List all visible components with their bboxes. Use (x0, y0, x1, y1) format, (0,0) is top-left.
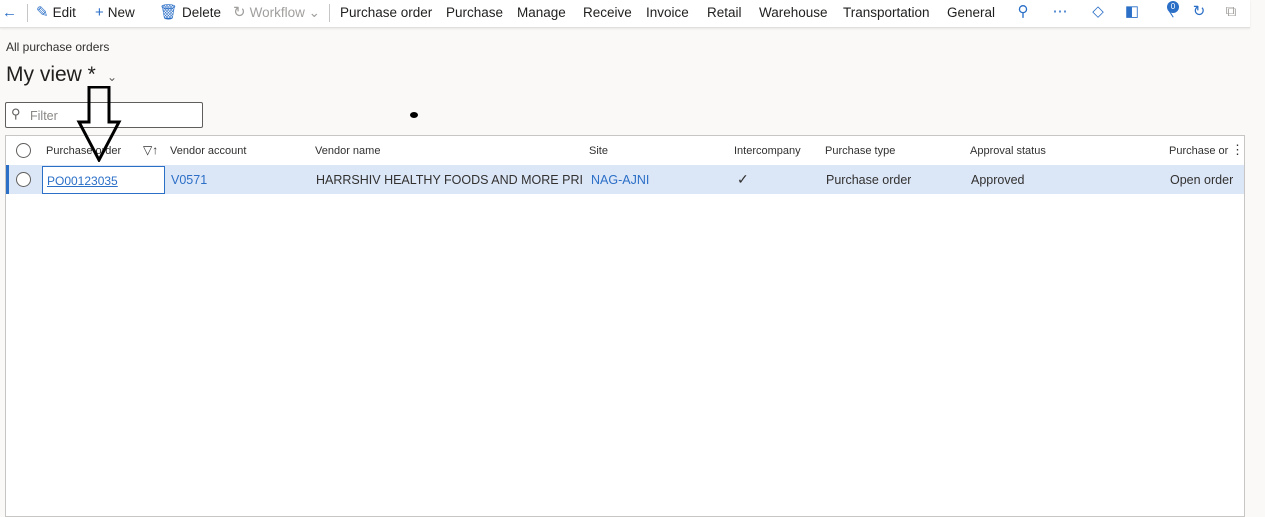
annotation-dot (410, 112, 418, 118)
menu-receive[interactable]: Receive (583, 0, 632, 25)
menu-general[interactable]: General (947, 0, 995, 25)
checkmark-icon: ✓ (737, 171, 749, 187)
notification-badge: 0 (1167, 1, 1179, 13)
column-header-intercompany[interactable]: Intercompany (734, 145, 801, 157)
purchase-order-status-cell: Open order (1170, 173, 1234, 187)
menu-transportation[interactable]: Transportation (843, 0, 930, 25)
workflow-icon: ↻ (233, 4, 246, 21)
column-header-vendor-name[interactable]: Vendor name (315, 145, 380, 157)
divider (329, 4, 330, 22)
column-header-site[interactable]: Site (589, 145, 608, 157)
attachments-icon[interactable]: 〈 0 (1158, 1, 1179, 21)
open-new-window-icon[interactable]: ⧉ (1222, 3, 1240, 21)
edit-button[interactable]: ✎ Edit (36, 0, 76, 25)
column-header-vendor-account[interactable]: Vendor account (170, 145, 246, 157)
back-button[interactable]: ← (2, 0, 21, 25)
refresh-icon[interactable]: ↻ (1190, 3, 1208, 21)
breadcrumb: All purchase orders (6, 40, 110, 54)
power-apps-icon[interactable]: ◇ (1089, 3, 1107, 21)
row-select-radio[interactable] (16, 172, 31, 187)
chevron-down-icon: ⌄ (308, 5, 320, 20)
plus-icon: + (95, 4, 104, 21)
grid-header: Purchase order ▽↑ Vendor account Vendor … (6, 136, 1244, 166)
edit-label: Edit (52, 5, 76, 20)
column-header-purchase-type[interactable]: Purchase type (825, 145, 895, 157)
column-options-icon[interactable]: ⋮ (1231, 142, 1244, 158)
column-header-approval-status[interactable]: Approval status (970, 145, 1046, 157)
filter-sort-icon[interactable]: ▽↑ (143, 143, 158, 157)
arrow-left-icon: ← (2, 4, 17, 21)
vendor-name-cell: HARRSHIV HEALTHY FOODS AND MORE PRIV... (316, 173, 582, 187)
vendor-account-link[interactable]: V0571 (171, 173, 207, 187)
search-icon[interactable]: ⚲ (1014, 3, 1032, 21)
purchase-order-link[interactable]: PO00123035 (47, 174, 118, 188)
divider (27, 4, 28, 22)
chevron-down-icon[interactable]: ⌄ (107, 70, 117, 84)
menu-purchase-order[interactable]: Purchase order (340, 0, 432, 25)
office-icon[interactable]: ◧ (1123, 3, 1141, 21)
more-options-icon[interactable]: ⋯ (1051, 3, 1069, 21)
pencil-icon: ✎ (36, 4, 49, 21)
select-all-radio[interactable] (16, 143, 31, 158)
delete-button[interactable]: 🗑 Delete (159, 0, 221, 25)
selected-row-indicator (6, 165, 9, 194)
menu-purchase[interactable]: Purchase (446, 0, 503, 25)
purchase-order-cell[interactable]: PO00123035 (42, 166, 165, 194)
menu-warehouse[interactable]: Warehouse (759, 0, 828, 25)
menu-retail[interactable]: Retail (707, 0, 742, 25)
delete-label: Delete (182, 5, 222, 20)
purchase-type-cell: Purchase order (826, 173, 912, 187)
site-link[interactable]: NAG-AJNI (591, 173, 649, 187)
menu-invoice[interactable]: Invoice (646, 0, 689, 25)
workflow-label: Workflow (249, 5, 305, 20)
search-icon: ⚲ (11, 106, 21, 121)
approval-status-cell: Approved (971, 173, 1025, 187)
annotation-arrow-down-icon (76, 86, 122, 162)
column-header-purchase-order-status[interactable]: Purchase or (1169, 145, 1228, 157)
view-selector[interactable]: My view * (6, 63, 96, 87)
trash-icon: 🗑 (159, 4, 179, 21)
new-button[interactable]: + New (95, 0, 135, 25)
menu-manage[interactable]: Manage (517, 0, 566, 25)
action-bar: ← ✎ Edit + New 🗑 Delete ↻ Workflow ⌄ Purchas… (0, 0, 1250, 28)
new-label: New (107, 5, 135, 20)
purchase-orders-grid: Purchase order ▽↑ Vendor account Vendor … (5, 135, 1245, 517)
workflow-button[interactable]: ↻ Workflow ⌄ (233, 0, 320, 25)
table-row[interactable]: PO00123035 V0571 HARRSHIV HEALTHY FOODS … (6, 165, 1244, 194)
